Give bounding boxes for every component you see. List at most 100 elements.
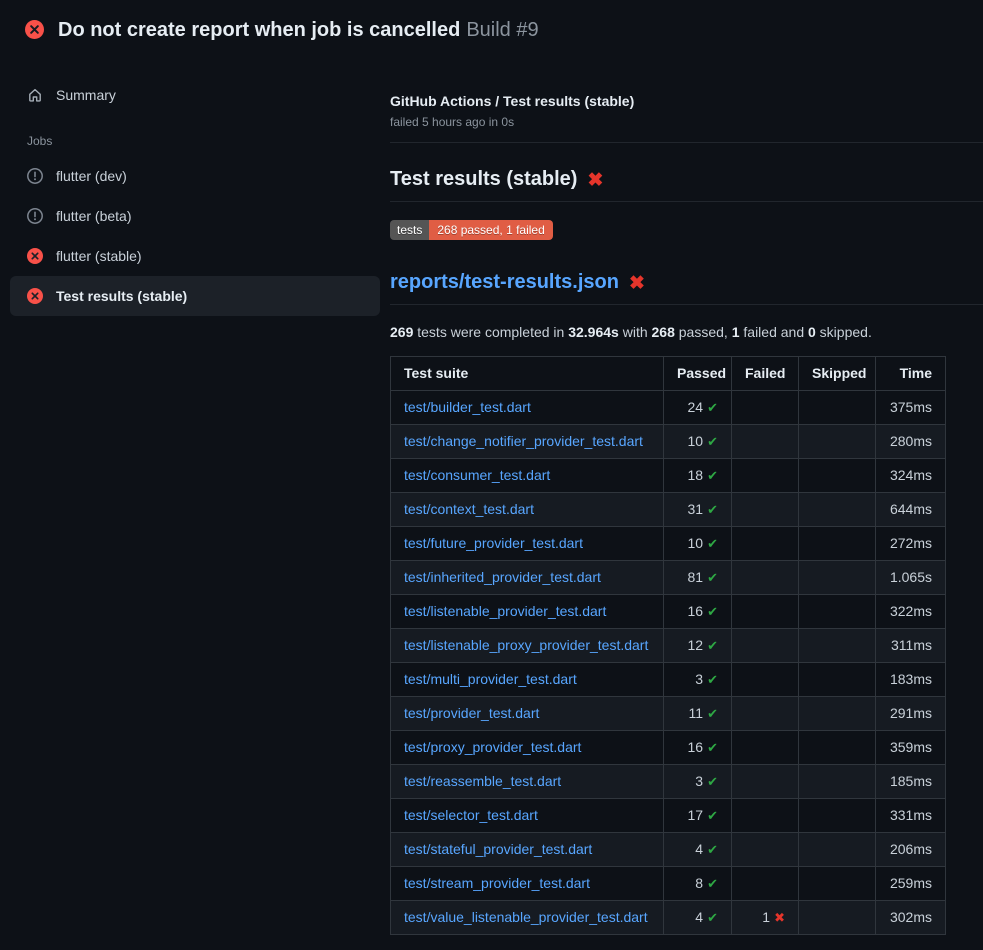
test-suite-link[interactable]: test/reassemble_test.dart <box>404 773 561 789</box>
test-suite-cell: test/multi_provider_test.dart <box>391 663 664 697</box>
test-suite-link[interactable]: test/inherited_provider_test.dart <box>404 569 601 585</box>
failed-cell <box>732 527 799 561</box>
sidebar-item-summary[interactable]: Summary <box>10 78 380 112</box>
test-suite-link[interactable]: test/change_notifier_provider_test.dart <box>404 433 643 449</box>
count-value: 3 <box>695 671 703 687</box>
table-row: test/listenable_proxy_provider_test.dart… <box>391 629 946 663</box>
check-icon: ✔ <box>707 604 718 619</box>
count-value: 10 <box>688 433 704 449</box>
cross-mark-icon: ✖ <box>629 273 645 294</box>
sidebar-item-label: flutter (beta) <box>56 208 131 224</box>
count-value: 17 <box>688 807 704 823</box>
sidebar: Summary Jobs flutter (dev)flutter (beta)… <box>0 56 390 316</box>
skipped-cell <box>799 833 876 867</box>
skipped-cell <box>799 493 876 527</box>
badge-value: 268 passed, 1 failed <box>429 220 552 240</box>
passed-cell: 10✔ <box>664 425 732 459</box>
test-suite-link[interactable]: test/builder_test.dart <box>404 399 531 415</box>
time-cell: 259ms <box>876 867 946 901</box>
passed-cell: 31✔ <box>664 493 732 527</box>
test-suite-link[interactable]: test/proxy_provider_test.dart <box>404 739 581 755</box>
report-file-link[interactable]: reports/test-results.json <box>390 271 619 293</box>
sidebar-item-flutter-stable[interactable]: flutter (stable) <box>10 236 380 276</box>
column-header-time: Time <box>876 357 946 391</box>
count-value: 16 <box>688 739 704 755</box>
summary-number: 1 <box>732 324 740 340</box>
cross-mark-icon: ✖ <box>587 170 603 191</box>
test-suite-link[interactable]: test/selector_test.dart <box>404 807 538 823</box>
badge-label: tests <box>390 220 429 240</box>
failed-circle-icon <box>25 20 44 39</box>
divider <box>390 142 983 143</box>
skipped-cell <box>799 799 876 833</box>
column-header-failed: Failed <box>732 357 799 391</box>
skipped-cell <box>799 527 876 561</box>
test-suite-cell: test/stateful_provider_test.dart <box>391 833 664 867</box>
test-suite-cell: test/value_listenable_provider_test.dart <box>391 901 664 935</box>
failed-cell <box>732 731 799 765</box>
sidebar-item-flutter-dev[interactable]: flutter (dev) <box>10 156 380 196</box>
table-row: test/selector_test.dart17✔331ms <box>391 799 946 833</box>
test-suite-cell: test/proxy_provider_test.dart <box>391 731 664 765</box>
sidebar-item-label: flutter (stable) <box>56 248 142 264</box>
time-cell: 183ms <box>876 663 946 697</box>
count-value: 3 <box>695 773 703 789</box>
sidebar-item-label: flutter (dev) <box>56 168 127 184</box>
cross-icon: ✖ <box>774 910 785 925</box>
stopped-circle-icon <box>27 208 43 224</box>
time-cell: 375ms <box>876 391 946 425</box>
test-suite-link[interactable]: test/stateful_provider_test.dart <box>404 841 592 857</box>
count-value: 8 <box>695 875 703 891</box>
test-suite-link[interactable]: test/provider_test.dart <box>404 705 539 721</box>
summary-number: 32.964s <box>568 324 619 340</box>
run-status-line: failed 5 hours ago in 0s <box>390 115 983 129</box>
test-suite-link[interactable]: test/multi_provider_test.dart <box>404 671 577 687</box>
test-suite-link[interactable]: test/consumer_test.dart <box>404 467 550 483</box>
failed-cell <box>732 425 799 459</box>
time-cell: 272ms <box>876 527 946 561</box>
test-suite-link[interactable]: test/value_listenable_provider_test.dart <box>404 909 648 925</box>
passed-cell: 11✔ <box>664 697 732 731</box>
test-suite-cell: test/listenable_proxy_provider_test.dart <box>391 629 664 663</box>
test-suite-cell: test/context_test.dart <box>391 493 664 527</box>
check-icon: ✔ <box>707 740 718 755</box>
run-header: Do not create report when job is cancell… <box>0 0 983 56</box>
passed-cell: 3✔ <box>664 663 732 697</box>
test-suite-cell: test/consumer_test.dart <box>391 459 664 493</box>
test-suite-link[interactable]: test/stream_provider_test.dart <box>404 875 590 891</box>
time-cell: 324ms <box>876 459 946 493</box>
table-row: test/stream_provider_test.dart8✔259ms <box>391 867 946 901</box>
build-number: Build #9 <box>466 19 538 41</box>
test-suite-link[interactable]: test/listenable_provider_test.dart <box>404 603 606 619</box>
passed-cell: 16✔ <box>664 731 732 765</box>
count-value: 11 <box>689 705 704 721</box>
failed-cell: 1✖ <box>732 901 799 935</box>
check-icon: ✔ <box>707 706 718 721</box>
count-value: 81 <box>688 569 704 585</box>
check-icon: ✔ <box>707 910 718 925</box>
skipped-cell <box>799 459 876 493</box>
passed-cell: 18✔ <box>664 459 732 493</box>
test-suite-cell: test/inherited_provider_test.dart <box>391 561 664 595</box>
check-icon: ✔ <box>707 842 718 857</box>
table-row: test/provider_test.dart11✔291ms <box>391 697 946 731</box>
sidebar-item-flutter-beta[interactable]: flutter (beta) <box>10 196 380 236</box>
table-header-row: Test suitePassedFailedSkippedTime <box>391 357 946 391</box>
check-icon: ✔ <box>707 502 718 517</box>
count-value: 16 <box>688 603 704 619</box>
test-suite-link[interactable]: test/listenable_proxy_provider_test.dart <box>404 637 648 653</box>
failed-cell <box>732 493 799 527</box>
table-row: test/builder_test.dart24✔375ms <box>391 391 946 425</box>
failed-cell <box>732 867 799 901</box>
time-cell: 359ms <box>876 731 946 765</box>
test-suite-link[interactable]: test/context_test.dart <box>404 501 534 517</box>
section-title: Test results (stable)✖ <box>390 167 983 202</box>
page-title: Do not create report when job is cancell… <box>58 17 539 43</box>
count-value: 18 <box>688 467 704 483</box>
count-value: 4 <box>695 841 703 857</box>
test-suite-cell: test/listenable_provider_test.dart <box>391 595 664 629</box>
sidebar-item-test-results-stable[interactable]: Test results (stable) <box>10 276 380 316</box>
skipped-cell <box>799 561 876 595</box>
test-suite-link[interactable]: test/future_provider_test.dart <box>404 535 583 551</box>
test-suite-cell: test/selector_test.dart <box>391 799 664 833</box>
